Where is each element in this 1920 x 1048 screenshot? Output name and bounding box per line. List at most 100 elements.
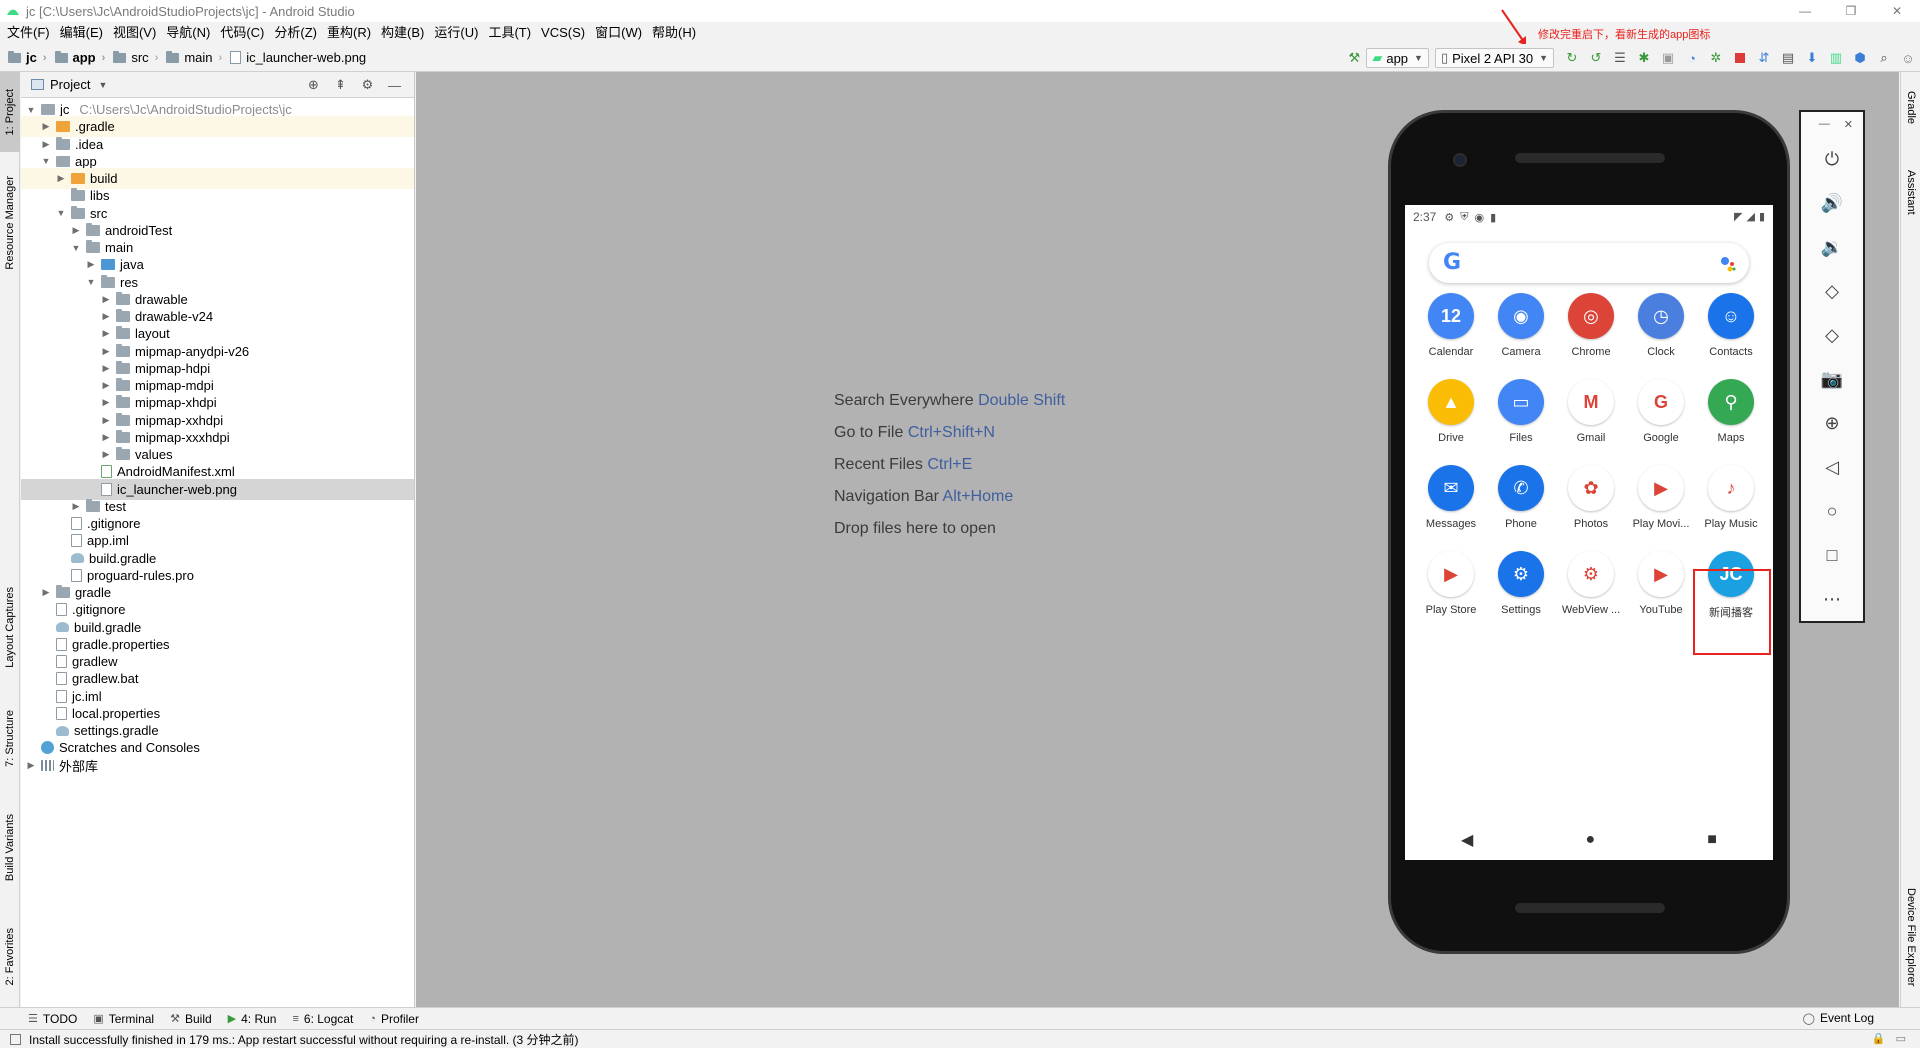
search-icon[interactable]: ⌕ [1872,47,1896,69]
run-list-icon[interactable]: ☰ [1608,47,1632,69]
tab-assistant[interactable]: Assistant [1901,152,1920,232]
chevron-down-icon[interactable]: ▼ [40,156,52,166]
tab-todo[interactable]: ☰ TODO [28,1012,77,1026]
tree-item[interactable]: ▶ 外部库 [21,755,414,776]
project-view-selector[interactable]: Project [50,77,90,92]
app-icon-12[interactable]: ✆ Phone [1487,465,1555,530]
volume-up-icon[interactable]: 🔊 [1801,181,1863,225]
coverage-icon[interactable]: ▣ [1656,47,1680,69]
apply-code-changes-icon[interactable]: ↺ [1584,47,1608,69]
tab-terminal[interactable]: ▣ Terminal [93,1012,154,1026]
rotate-right-icon[interactable]: ◇ [1801,313,1863,357]
attach-debugger-icon[interactable]: ✲ [1704,47,1728,69]
collapse-all-icon[interactable]: ⇞ [327,77,354,93]
breadcrumb-project[interactable]: jc › [8,50,47,65]
chevron-right-icon[interactable]: ▶ [100,328,112,339]
chevron-right-icon[interactable]: ▶ [100,432,112,443]
menu-build[interactable]: 构建(B) [376,22,429,44]
chevron-right-icon[interactable]: ▶ [100,346,112,357]
breadcrumb-app[interactable]: app › [54,50,105,65]
chevron-right-icon[interactable]: ▶ [25,760,37,771]
layout-inspector-icon[interactable]: ▥ [1824,47,1848,69]
menu-vcs[interactable]: VCS(S) [536,22,590,44]
menu-file[interactable]: 文件(F) [2,22,55,44]
chevron-right-icon[interactable]: ▶ [40,587,52,598]
tab-structure[interactable]: 7: Structure [0,698,20,778]
menu-navigate[interactable]: 导航(N) [161,22,215,44]
menu-analyze[interactable]: 分析(Z) [269,22,322,44]
menu-refactor[interactable]: 重构(R) [322,22,376,44]
tab-favorites[interactable]: 2: Favorites [0,912,20,1002]
app-icon-15[interactable]: ♪ Play Music [1697,465,1765,530]
app-icon-8[interactable]: M Gmail [1557,379,1625,444]
menu-tools[interactable]: 工具(T) [483,22,536,44]
rotate-left-icon[interactable]: ◇ [1801,269,1863,313]
sync-gradle-icon[interactable]: ⇵ [1752,47,1776,69]
chevron-right-icon[interactable]: ▶ [100,415,112,426]
tab-build[interactable]: ⚒ Build [170,1012,212,1026]
google-search-bar[interactable]: G [1429,243,1749,283]
home-icon[interactable]: ● [1585,831,1595,849]
app-icon-2[interactable]: ◉ Camera [1487,293,1555,358]
tab-project[interactable]: 1: Project [0,72,20,152]
menu-view[interactable]: 视图(V) [108,22,161,44]
hide-panel-icon[interactable]: — [381,78,408,93]
chevron-down-icon[interactable]: ▼ [85,277,97,287]
breadcrumb-main[interactable]: main › [166,50,222,65]
chevron-right-icon[interactable]: ▶ [100,449,112,460]
chevron-right-icon[interactable]: ▶ [40,139,52,150]
chevron-right-icon[interactable]: ▶ [70,225,82,236]
emulator-screen[interactable]: 2:37 ⚙ ⛨ ◉ ▮ ◤ ◢ ▮ G 12 Calendar ◉ Camera ◎ Chrome… [1405,205,1773,860]
app-icon-17[interactable]: ⚙ Settings [1487,551,1555,616]
home-button-icon[interactable]: ○ [1801,489,1863,533]
chevron-right-icon[interactable]: ▶ [100,311,112,322]
chevron-right-icon[interactable]: ▶ [100,363,112,374]
app-icon-18[interactable]: ⚙ WebView ... [1557,551,1625,616]
power-icon[interactable]: ⏻ [1801,137,1863,181]
sdk-manager-icon[interactable]: ⬇ [1800,47,1824,69]
breadcrumb-file[interactable]: ic_launcher-web.png [230,50,366,65]
more-icon[interactable]: ⋯ [1801,577,1863,621]
chevron-right-icon[interactable]: ▶ [100,397,112,408]
app-icon-9[interactable]: G Google [1627,379,1695,444]
menu-help[interactable]: 帮助(H) [647,22,701,44]
menu-edit[interactable]: 编辑(E) [55,22,108,44]
minimize-button[interactable]: — [1782,0,1828,22]
breadcrumb-src[interactable]: src › [113,50,158,65]
tab-layout-captures[interactable]: Layout Captures [0,572,20,682]
app-icon-5[interactable]: ☺ Contacts [1697,293,1765,358]
chevron-right-icon[interactable]: ▶ [40,121,52,132]
project-structure-icon[interactable]: ⬢ [1848,47,1872,69]
chevron-right-icon[interactable]: ▶ [55,173,67,184]
stop-icon[interactable] [1728,47,1752,69]
screenshot-icon[interactable]: 📷 [1801,357,1863,401]
make-project-icon[interactable]: ⚒ [1342,47,1366,69]
tab-build-variants[interactable]: Build Variants [0,800,20,896]
avd-manager-icon[interactable]: ▤ [1776,47,1800,69]
chevron-down-icon[interactable]: ▼ [70,243,82,253]
debug-icon[interactable]: ✱ [1632,47,1656,69]
tab-gradle[interactable]: Gradle [1901,78,1920,138]
menu-code[interactable]: 代码(C) [215,22,269,44]
app-icon-4[interactable]: ◷ Clock [1627,293,1695,358]
back-icon[interactable]: ◀ [1461,830,1473,850]
close-emulator-icon[interactable]: ✕ [1844,118,1853,131]
volume-down-icon[interactable]: 🔉 [1801,225,1863,269]
google-assistant-icon[interactable] [1719,255,1737,273]
app-icon-7[interactable]: ▭ Files [1487,379,1555,444]
overview-icon[interactable]: ■ [1707,831,1717,849]
chevron-right-icon[interactable]: ▶ [100,380,112,391]
app-icon-13[interactable]: ✿ Photos [1557,465,1625,530]
app-icon-10[interactable]: ⚲ Maps [1697,379,1765,444]
chevron-down-icon[interactable]: ▼ [25,105,37,115]
tab-logcat[interactable]: ≡ 6: Logcat [292,1012,353,1026]
app-icon-19[interactable]: ▶ YouTube [1627,551,1695,616]
menu-window[interactable]: 窗口(W) [590,22,647,44]
tab-profiler[interactable]: ◔ Profiler [369,1012,419,1026]
tool-window-toggle-icon[interactable] [10,1033,21,1045]
apply-changes-restart-icon[interactable]: ↻ [1560,47,1584,69]
profile-icon[interactable]: ◔ [1680,47,1704,69]
user-icon[interactable]: ☺ [1896,47,1920,69]
minimize-emulator-icon[interactable]: — [1819,118,1830,131]
app-icon-11[interactable]: ✉ Messages [1417,465,1485,530]
